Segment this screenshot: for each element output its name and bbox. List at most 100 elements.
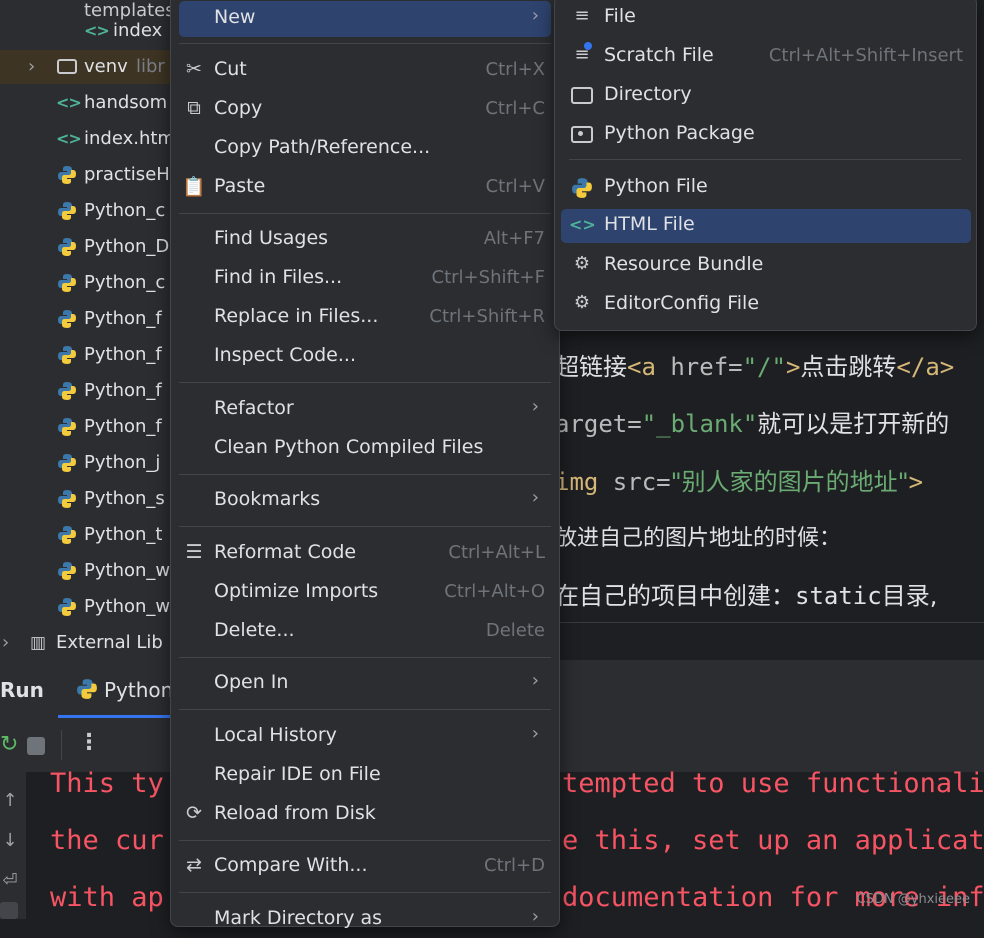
watermark: CSDN @yhxieeee — [856, 892, 970, 907]
soft-wrap-icon[interactable]: ⏎ — [0, 870, 20, 891]
tree-item-python[interactable]: Python_f — [0, 410, 175, 444]
menu-item-label: Copy Path/Reference... — [214, 136, 431, 158]
tree-item-python[interactable]: Python_t — [0, 518, 175, 552]
menu-item-mark-directory[interactable]: Mark Directory as › — [179, 902, 551, 938]
folder-icon — [569, 83, 595, 109]
tree-item-python[interactable]: Python_D — [0, 230, 175, 264]
submenu-item-label: Resource Bundle — [604, 253, 764, 275]
submenu-item-python-file[interactable]: Python File — [561, 171, 971, 205]
menu-item-open-in[interactable]: Open In › — [179, 666, 551, 702]
menu-item-local-history[interactable]: Local History › — [179, 719, 551, 755]
menu-item-reload[interactable]: ⟳ Reload from Disk — [179, 797, 551, 833]
submenu-item-directory[interactable]: Directory — [561, 79, 971, 113]
submenu-item-scratch-file[interactable]: ≡ Scratch File Ctrl+Alt+Shift+Insert — [561, 40, 971, 74]
menu-separator — [179, 657, 551, 658]
menu-item-inspect-code[interactable]: Inspect Code... — [179, 339, 551, 375]
menu-item-reformat-code[interactable]: ☰ Reformat Code Ctrl+Alt+L — [179, 536, 551, 572]
menu-item-paste[interactable]: 📋 Paste Ctrl+V — [179, 170, 551, 206]
python-icon — [58, 238, 76, 256]
html-icon: <> — [84, 21, 110, 40]
tree-item-external-libraries[interactable]: › ▥ External Lib — [0, 626, 175, 660]
menu-item-shortcut: Ctrl+Shift+R — [429, 306, 545, 327]
menu-item-shortcut: Ctrl+X — [485, 59, 545, 80]
python-icon — [58, 526, 76, 544]
submenu-item-file[interactable]: ≡ File — [561, 1, 971, 35]
tree-item-python[interactable]: Python_w — [0, 590, 175, 624]
clipboard-icon: 📋 — [182, 176, 206, 198]
submenu-item-python-package[interactable]: Python Package — [561, 118, 971, 152]
html-icon: <> — [569, 215, 596, 234]
menu-separator — [179, 43, 551, 44]
tree-item-python[interactable]: Python_j — [0, 446, 175, 480]
menu-item-label: Delete... — [214, 619, 295, 641]
submenu-item-editorconfig-file[interactable]: ⚙ EditorConfig File — [561, 288, 971, 322]
package-icon — [569, 122, 595, 148]
gear-icon: ⚙ — [573, 292, 591, 313]
tree-item-label: External Lib — [56, 632, 163, 653]
menu-item-cut[interactable]: ✂ Cut Ctrl+X — [179, 53, 551, 89]
run-tab-python[interactable]: Python — [104, 678, 173, 702]
tree-item-python[interactable]: Python_w — [0, 554, 175, 588]
tree-item-venv[interactable]: › venv libr — [0, 50, 175, 84]
tree-item-label: Python_f — [84, 416, 162, 437]
console-line: tempted to use functionalit — [562, 768, 984, 799]
menu-item-bookmarks[interactable]: Bookmarks › — [179, 483, 551, 519]
tree-item-label: Python_s — [84, 488, 165, 509]
tree-item-python[interactable]: Python_c — [0, 194, 175, 228]
scroll-down-icon[interactable]: ↓ — [0, 830, 20, 851]
menu-separator — [179, 840, 551, 841]
tree-item-python[interactable]: Python_f — [0, 302, 175, 336]
chevron-right-icon[interactable]: › — [2, 626, 9, 660]
submenu-item-resource-bundle[interactable]: ⚙ Resource Bundle — [561, 249, 971, 283]
menu-separator — [179, 474, 551, 475]
menu-item-label: Reload from Disk — [214, 802, 376, 824]
scroll-up-icon[interactable]: ↑ — [0, 790, 20, 811]
scroll-to-end-icon[interactable] — [0, 902, 18, 919]
tree-item-index-html[interactable]: <> index.htm — [0, 122, 175, 156]
chevron-right-icon: › — [531, 723, 539, 744]
menu-item-compare-with[interactable]: ⇄ Compare With... Ctrl+D — [179, 849, 551, 885]
chevron-right-icon[interactable]: › — [28, 50, 35, 84]
menu-item-copy[interactable]: ⧉ Copy Ctrl+C — [179, 92, 551, 128]
tree-item-index[interactable]: <> index — [0, 14, 175, 48]
menu-item-shortcut: Ctrl+D — [484, 855, 545, 876]
menu-item-new[interactable]: New › — [179, 1, 551, 37]
menu-item-repair-ide[interactable]: Repair IDE on File — [179, 758, 551, 794]
tree-item-handsome[interactable]: <> handsom — [0, 86, 175, 120]
more-options-icon[interactable]: ⋮ — [78, 730, 100, 755]
tree-item-python[interactable]: Python_s — [0, 482, 175, 516]
menu-item-label: Optimize Imports — [214, 580, 379, 602]
tree-item-python[interactable]: Python_f — [0, 338, 175, 372]
menu-item-copy-path[interactable]: Copy Path/Reference... — [179, 131, 551, 167]
tree-item-label: handsom — [84, 92, 168, 113]
tree-item-label: venv — [84, 56, 128, 77]
rerun-icon[interactable]: ↻ — [0, 732, 18, 757]
python-icon — [58, 274, 76, 292]
menu-item-label: Paste — [214, 175, 266, 197]
stop-icon[interactable] — [27, 737, 45, 755]
tree-item-python[interactable]: Python_c — [0, 266, 175, 300]
python-icon — [58, 346, 76, 364]
menu-item-clean-compiled[interactable]: Clean Python Compiled Files — [179, 431, 551, 467]
menu-separator — [179, 709, 551, 710]
menu-item-optimize-imports[interactable]: Optimize Imports Ctrl+Alt+O — [179, 575, 551, 611]
menu-item-label: Copy — [214, 97, 263, 119]
library-icon: ▥ — [30, 633, 47, 653]
tree-item-python[interactable]: practiseH — [0, 158, 175, 192]
editor-line: 超链接<a href="/">点击跳转</a> — [555, 353, 955, 381]
menu-item-delete[interactable]: Delete... Delete — [179, 614, 551, 650]
menu-separator — [179, 892, 551, 893]
submenu-item-label: File — [604, 5, 636, 27]
menu-item-refactor[interactable]: Refactor › — [179, 392, 551, 428]
python-icon — [58, 202, 76, 220]
menu-separator — [569, 159, 961, 160]
tree-item-python[interactable]: Python_f — [0, 374, 175, 408]
project-tree: templates <> index › venv libr <> handso… — [0, 0, 175, 660]
tree-item-label: Python_c — [84, 272, 166, 293]
menu-item-find-usages[interactable]: Find Usages Alt+F7 — [179, 222, 551, 258]
menu-item-replace-in-files[interactable]: Replace in Files... Ctrl+Shift+R — [179, 300, 551, 336]
menu-item-label: Replace in Files... — [214, 305, 379, 327]
submenu-item-html-file[interactable]: <> HTML File — [561, 209, 971, 243]
menu-item-find-in-files[interactable]: Find in Files... Ctrl+Shift+F — [179, 261, 551, 297]
submenu-item-label: Python File — [604, 175, 708, 197]
